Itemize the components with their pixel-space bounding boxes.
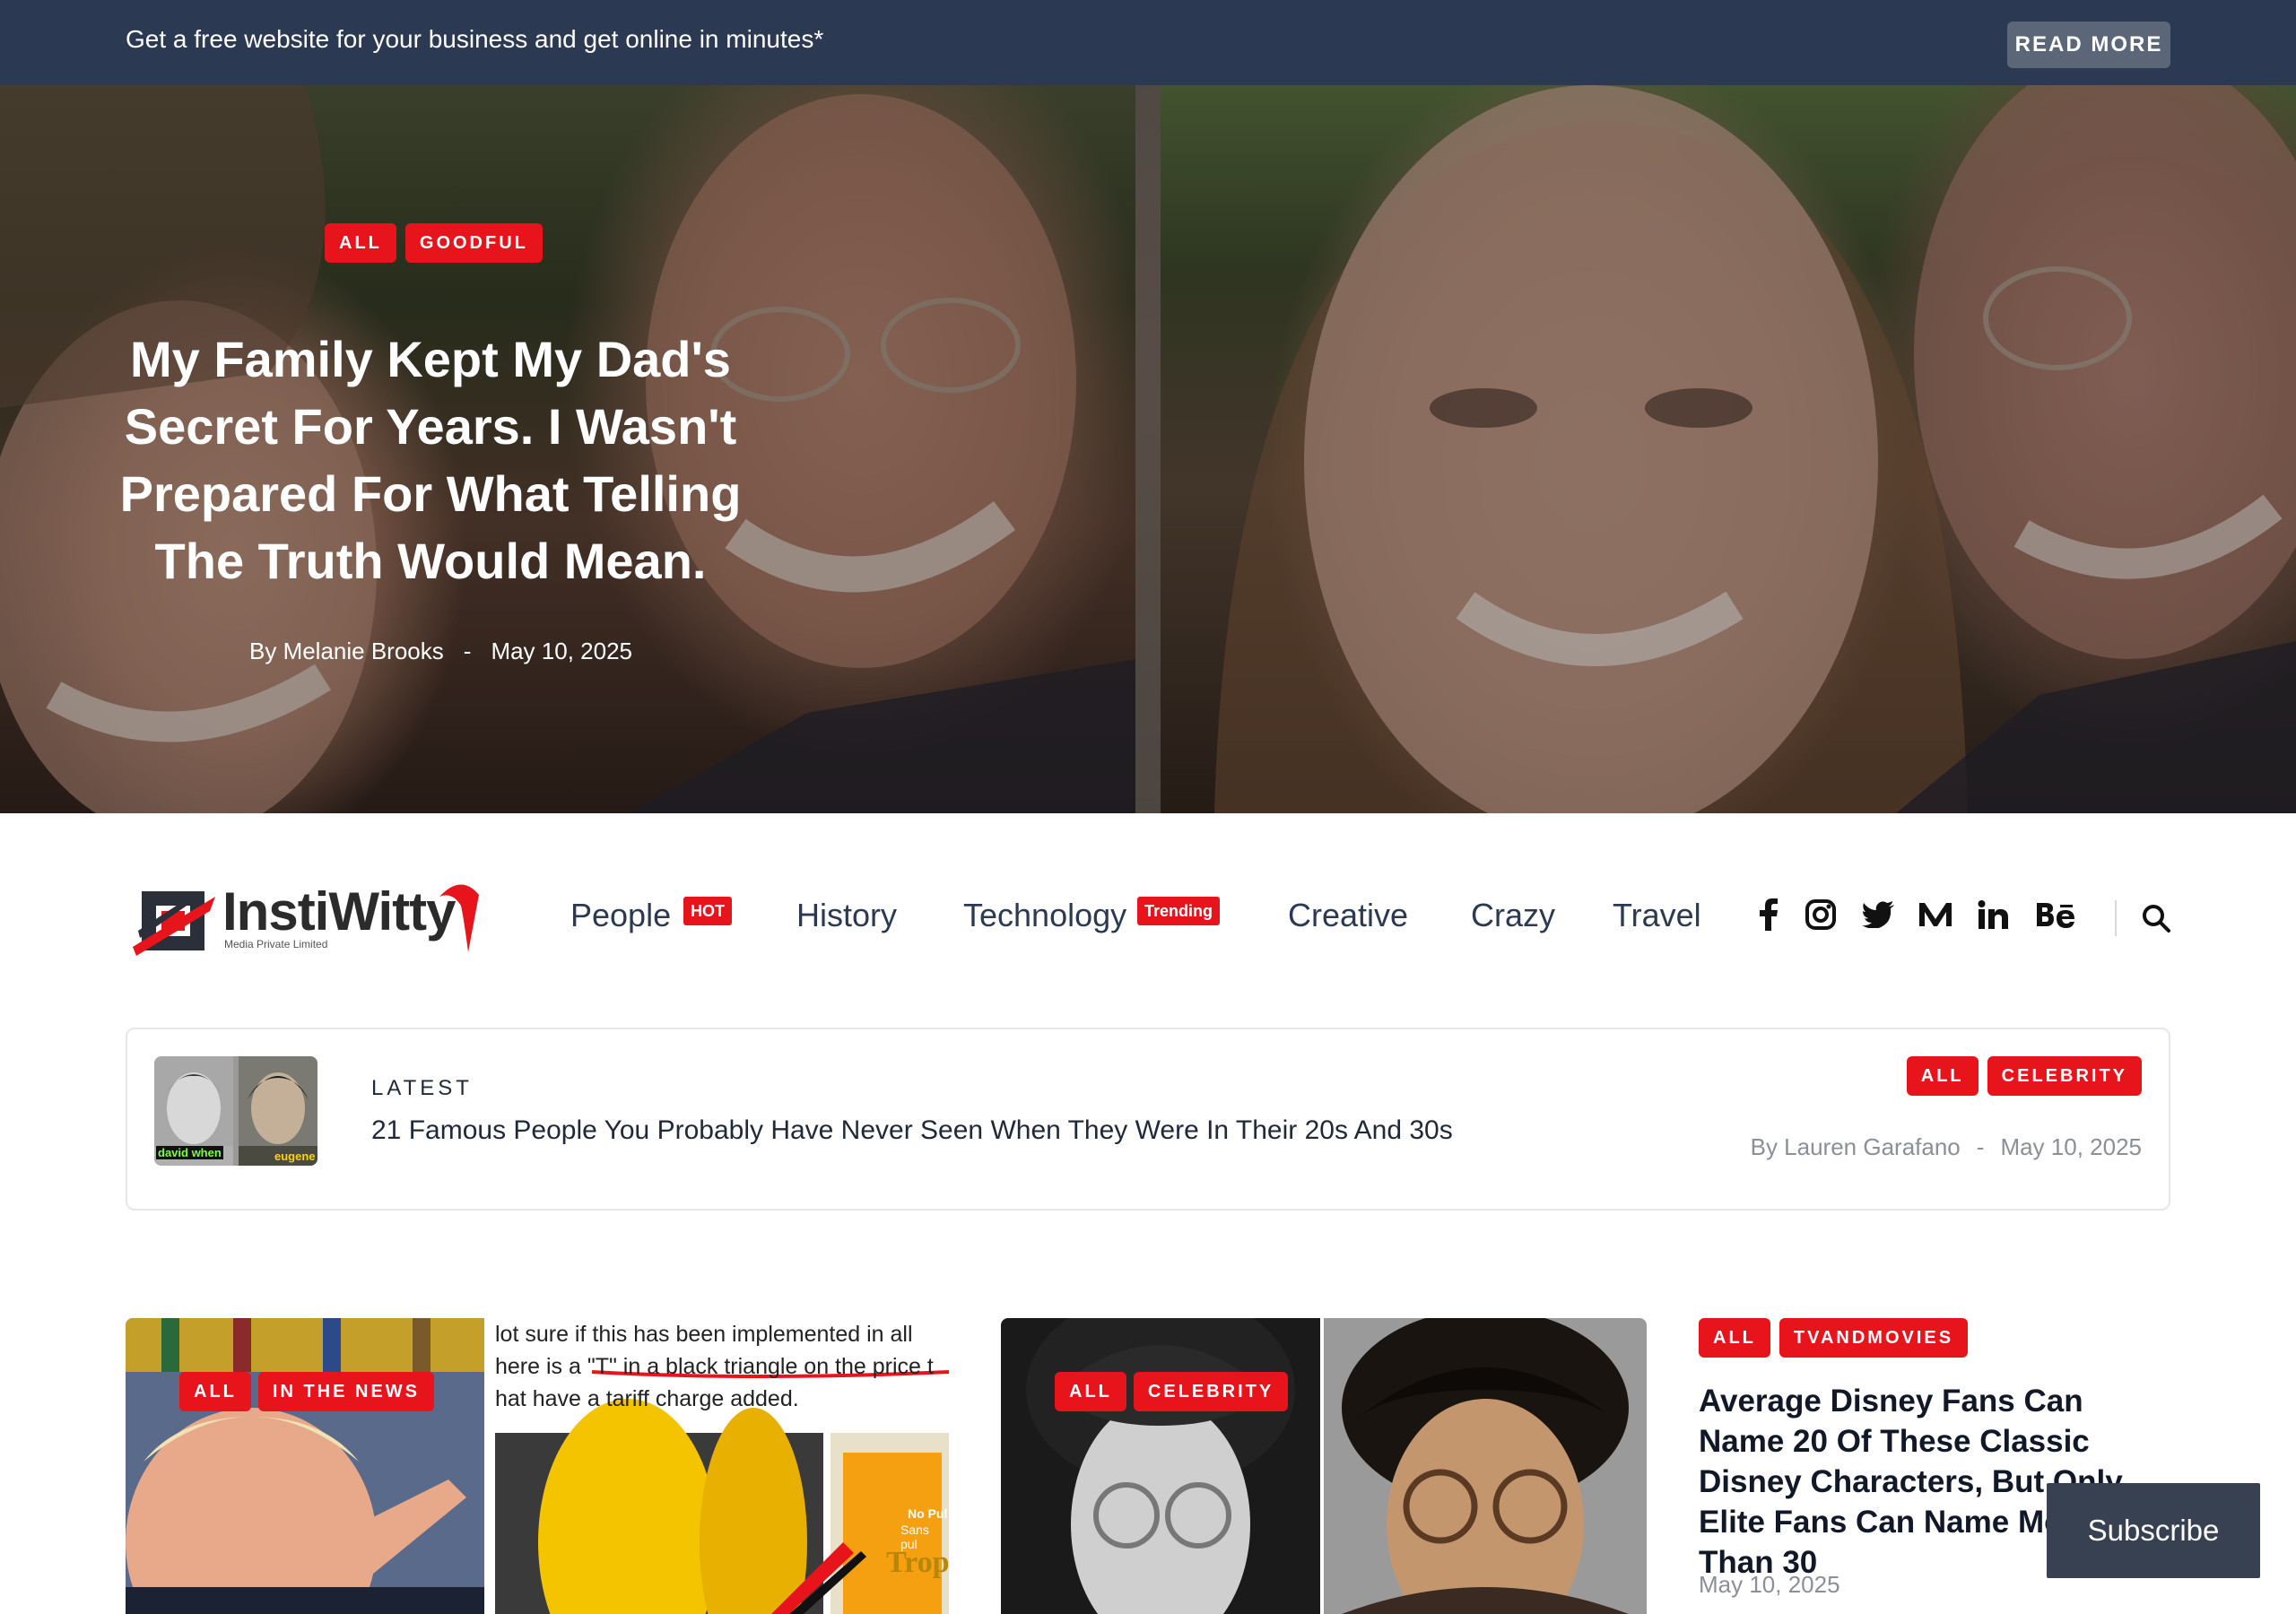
subscribe-button[interactable]: Subscribe (2047, 1483, 2260, 1578)
hero-meta-separator: - (463, 638, 472, 664)
hero-date: May 10, 2025 (491, 638, 632, 664)
twitter-icon[interactable] (1860, 897, 1896, 933)
card-1-text-line: hat have a tariff charge added. (495, 1386, 799, 1411)
linkedin-icon[interactable] (1975, 897, 2011, 933)
logo-swoosh-icon (439, 884, 479, 952)
tag-celebrity[interactable]: CELEBRITY (1987, 1056, 2142, 1096)
tag-tvandmovies[interactable]: TVANDMOVIES (1779, 1318, 1969, 1358)
tag-all[interactable]: ALL (325, 223, 396, 263)
tag-all[interactable]: ALL (1906, 1056, 1979, 1096)
hero-meta: By Melanie Brooks - May 10, 2025 (249, 638, 632, 665)
post-card-1-image[interactable]: lot sure if this has been implemented in… (126, 1318, 949, 1614)
medium-icon[interactable] (1918, 897, 1953, 933)
facebook-icon[interactable] (1751, 897, 1787, 933)
post-card-2-image[interactable] (1001, 1318, 1647, 1614)
card-1-product-text-3: Tropic (886, 1546, 949, 1579)
card-2-photo (1001, 1318, 1647, 1614)
latest-meta: By Lauren Garafano - May 10, 2025 (1751, 1133, 2142, 1161)
latest-thumbnail[interactable]: david when eugene (154, 1056, 317, 1166)
nav-item-travel[interactable]: Travel (1613, 897, 1701, 934)
hero-featured-post[interactable]: ALL GOODFUL My Family Kept My Dad's Secr… (0, 85, 2296, 813)
thumb-caption-1: david when (156, 1146, 223, 1159)
card-2-tags: ALL CELEBRITY (1055, 1372, 1289, 1411)
latest-title[interactable]: 21 Famous People You Probably Have Never… (371, 1115, 1453, 1146)
read-more-button[interactable]: READ MORE (2007, 22, 2170, 68)
tag-in-the-news[interactable]: IN THE NEWS (257, 1372, 435, 1411)
hero-author[interactable]: By Melanie Brooks (249, 638, 444, 665)
logo-mark-icon (133, 891, 215, 956)
instagram-icon[interactable] (1803, 897, 1839, 933)
tag-celebrity[interactable]: CELEBRITY (1133, 1372, 1289, 1411)
side-post-date: May 10, 2025 (1699, 1571, 1840, 1598)
nav-item-crazy[interactable]: Crazy (1471, 897, 1555, 934)
nav-item-creative[interactable]: Creative (1288, 897, 1408, 934)
nav-separator (2115, 900, 2117, 936)
logo-subtitle: Media Private Limited (224, 938, 328, 950)
site-logo[interactable]: InstiWitty Media Private Limited (133, 879, 483, 964)
hero-tags: ALL GOODFUL (325, 223, 543, 263)
nav-item-people[interactable]: People (570, 897, 671, 934)
nav-item-history[interactable]: History (796, 897, 897, 934)
card-1-text-line: lot sure if this has been implemented in… (495, 1322, 913, 1347)
latest-tags: ALL CELEBRITY (1906, 1056, 2142, 1096)
search-icon[interactable] (2138, 900, 2174, 936)
latest-meta-separator: - (1976, 1133, 1985, 1160)
side-post-tags: ALL TVANDMOVIES (1699, 1318, 1969, 1358)
nav-item-technology[interactable]: Technology (963, 897, 1126, 934)
badge-hot: HOT (683, 897, 732, 925)
tag-all[interactable]: ALL (1699, 1318, 1770, 1358)
tag-goodful[interactable]: GOODFUL (404, 223, 543, 263)
hero-title[interactable]: My Family Kept My Dad's Secret For Years… (117, 325, 744, 594)
promo-banner: Get a free website for your business and… (0, 0, 2296, 85)
logo-text: InstiWitty (222, 881, 456, 941)
card-1-overlay-text: lot sure if this has been implemented in… (495, 1318, 949, 1415)
tag-all[interactable]: ALL (179, 1372, 251, 1411)
card-1-text-line: here is a "T" in a black triangle on the… (495, 1354, 934, 1379)
tag-all[interactable]: ALL (1055, 1372, 1126, 1411)
card-1-product-text-1: No Pul (908, 1506, 948, 1521)
thumb-caption-2: eugene (274, 1150, 316, 1163)
latest-author[interactable]: By Lauren Garafano (1751, 1133, 1961, 1161)
badge-trending: Trending (1137, 897, 1220, 925)
promo-text: Get a free website for your business and… (126, 25, 824, 53)
card-1-tags: ALL IN THE NEWS (179, 1372, 435, 1411)
latest-post-bar[interactable]: david when eugene LATEST 21 Famous Peopl… (126, 1028, 2170, 1210)
behance-icon[interactable] (2034, 897, 2077, 933)
latest-date: May 10, 2025 (2000, 1133, 2142, 1160)
latest-label: LATEST (371, 1076, 473, 1100)
